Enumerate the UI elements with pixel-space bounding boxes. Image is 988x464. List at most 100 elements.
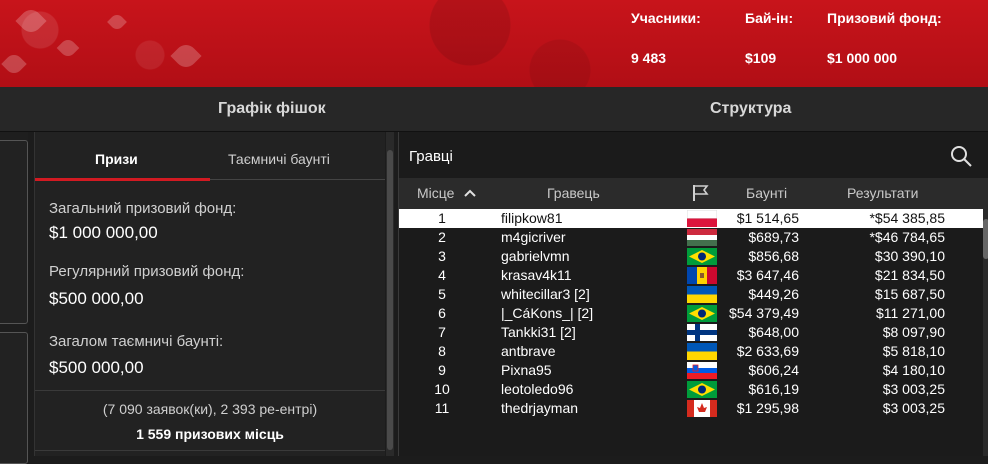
players-panel: Гравці Місце Гравець Баунті Результати 1… [398,132,988,456]
place-cell: 2 [438,229,446,245]
tab-prizes[interactable]: Призи [95,151,138,167]
player-name-cell: gabrielvmn [501,248,570,264]
buyin-label: Бай-ін: [745,10,794,26]
prize-pool-label: Призовий фонд: [827,10,942,26]
table-row[interactable]: 3 gabrielvmn $856,68 $30 390,10 [399,247,985,266]
table-row[interactable]: 6 |_CáKons_| [2] $54 379,49 $11 271,00 [399,304,985,323]
bounty-cell: $606,24 [748,362,799,378]
ukraine-flag-icon [687,286,717,303]
flag-column-icon[interactable] [691,184,711,202]
table-row[interactable]: 8 antbrave $2 633,69 $5 818,10 [399,342,985,361]
table-row[interactable]: 5 whitecillar3 [2] $449,26 $15 687,50 [399,285,985,304]
players-scrollbar[interactable] [983,209,988,456]
player-name-cell: thedrjayman [501,400,579,416]
place-cell: 10 [434,381,450,397]
buyin-value: $109 [745,50,777,66]
table-row[interactable]: 4 krasav4k11 $3 647,46 $21 834,50 [399,266,985,285]
mystery-bounty-total-value: $500 000,00 [49,358,144,377]
player-name-cell: whitecillar3 [2] [501,286,590,302]
result-cell: $21 834,50 [874,267,945,283]
brazil-flag-icon [687,248,717,265]
brazil-flag-icon [687,305,717,322]
result-cell: $5 818,10 [882,343,945,359]
table-row[interactable]: 11 thedrjayman $1 295,98 $3 003,25 [399,399,985,418]
left-panel-edge [0,132,28,464]
column-results[interactable]: Результати [847,185,919,201]
active-tab-indicator [35,178,210,181]
search-icon[interactable] [949,144,973,168]
bounty-cell: $1 514,65 [736,210,799,226]
column-place-label: Місце [417,185,455,201]
bounty-cell: $616,19 [748,381,799,397]
column-place[interactable]: Місце [417,185,477,201]
prizes-scrollbar[interactable] [386,132,394,456]
prizes-panel: Призи Таємничі баунті Загальний призовий… [34,132,385,456]
table-row[interactable]: 1 filipkow81 $1 514,65 *$54 385,85 [399,209,985,228]
column-player[interactable]: Гравець [547,185,600,201]
brazil-flag-icon [687,381,717,398]
canada-flag-icon [687,400,717,417]
hungary-flag-icon [687,229,717,246]
section-tabbar: Графік фішок Структура [0,87,988,132]
players-title: Гравці [409,148,453,165]
ukraine-flag-icon [687,343,717,360]
player-name-cell: Pixna95 [501,362,552,378]
tab-structure[interactable]: Структура [710,100,791,118]
tab-chip-graph[interactable]: Графік фішок [218,100,326,118]
player-name-cell: leotoledo96 [501,381,574,397]
result-cell: $3 003,25 [882,400,945,416]
result-cell: $8 097,90 [882,324,945,340]
place-cell: 8 [438,343,446,359]
player-name-cell: krasav4k11 [501,267,572,283]
sort-ascending-icon [464,189,477,197]
tournament-banner: Учасники: Бай-ін: Призовий фонд: 9 483 $… [0,0,988,87]
players-table-header: Місце Гравець Баунті Результати [399,178,988,209]
participants-value: 9 483 [631,50,667,66]
result-cell: *$46 784,65 [869,229,945,245]
place-cell: 5 [438,286,446,302]
bounty-cell: $54 379,49 [729,305,800,321]
moldova-flag-icon [687,267,717,284]
players-scrollbar-thumb[interactable] [983,219,988,259]
place-cell: 6 [438,305,446,321]
bounty-cell: $856,68 [748,248,799,264]
table-row[interactable]: 9 Pixna95 $606,24 $4 180,10 [399,361,985,380]
result-cell: $3 003,25 [882,381,945,397]
paid-places: 1 559 призових місць [136,426,284,442]
prize-pool-value: $1 000 000 [827,50,898,66]
table-row[interactable]: 2 m4gicriver $689,73 *$46 784,65 [399,228,985,247]
total-prize-pool-label: Загальний призовий фонд: [49,200,237,217]
result-cell: $30 390,10 [874,248,945,264]
place-cell: 9 [438,362,446,378]
column-bounty[interactable]: Баунті [746,185,787,201]
table-row[interactable]: 7 Tankki31 [2] $648,00 $8 097,90 [399,323,985,342]
mystery-bounty-total-label: Загалом таємничі баунті: [49,333,224,350]
place-cell: 3 [438,248,446,264]
result-cell: $11 271,00 [875,305,945,321]
bounty-cell: $449,26 [748,286,799,302]
slovenia-flag-icon [687,362,717,379]
left-card-top[interactable] [0,140,28,324]
place-cell: 11 [434,400,450,416]
bounty-cell: $3 647,46 [736,267,799,283]
result-cell: *$54 385,85 [869,210,945,226]
player-name-cell: m4gicriver [501,229,566,245]
bounty-cell: $1 295,98 [736,400,799,416]
place-cell: 1 [438,210,446,226]
players-table-body: 1 filipkow81 $1 514,65 *$54 385,85 2 m4g… [399,209,985,418]
total-prize-pool-value: $1 000 000,00 [49,223,158,242]
tab-divider [210,179,385,180]
participants-label: Учасники: [631,10,701,26]
result-cell: $15 687,50 [874,286,945,302]
bottom-divider [35,450,385,451]
player-name-cell: Tankki31 [2] [501,324,576,340]
place-cell: 7 [438,324,446,340]
summary-divider [35,390,385,391]
prizes-scrollbar-thumb[interactable] [387,150,393,450]
player-name-cell: antbrave [501,343,556,359]
left-card-bottom[interactable] [0,332,28,464]
table-row[interactable]: 10 leotoledo96 $616,19 $3 003,25 [399,380,985,399]
tab-mystery-bounties[interactable]: Таємничі баунті [228,151,330,167]
player-name-cell: filipkow81 [501,210,563,226]
entries-summary: (7 090 заявок(ки), 2 393 ре-ентрі) [102,401,318,417]
